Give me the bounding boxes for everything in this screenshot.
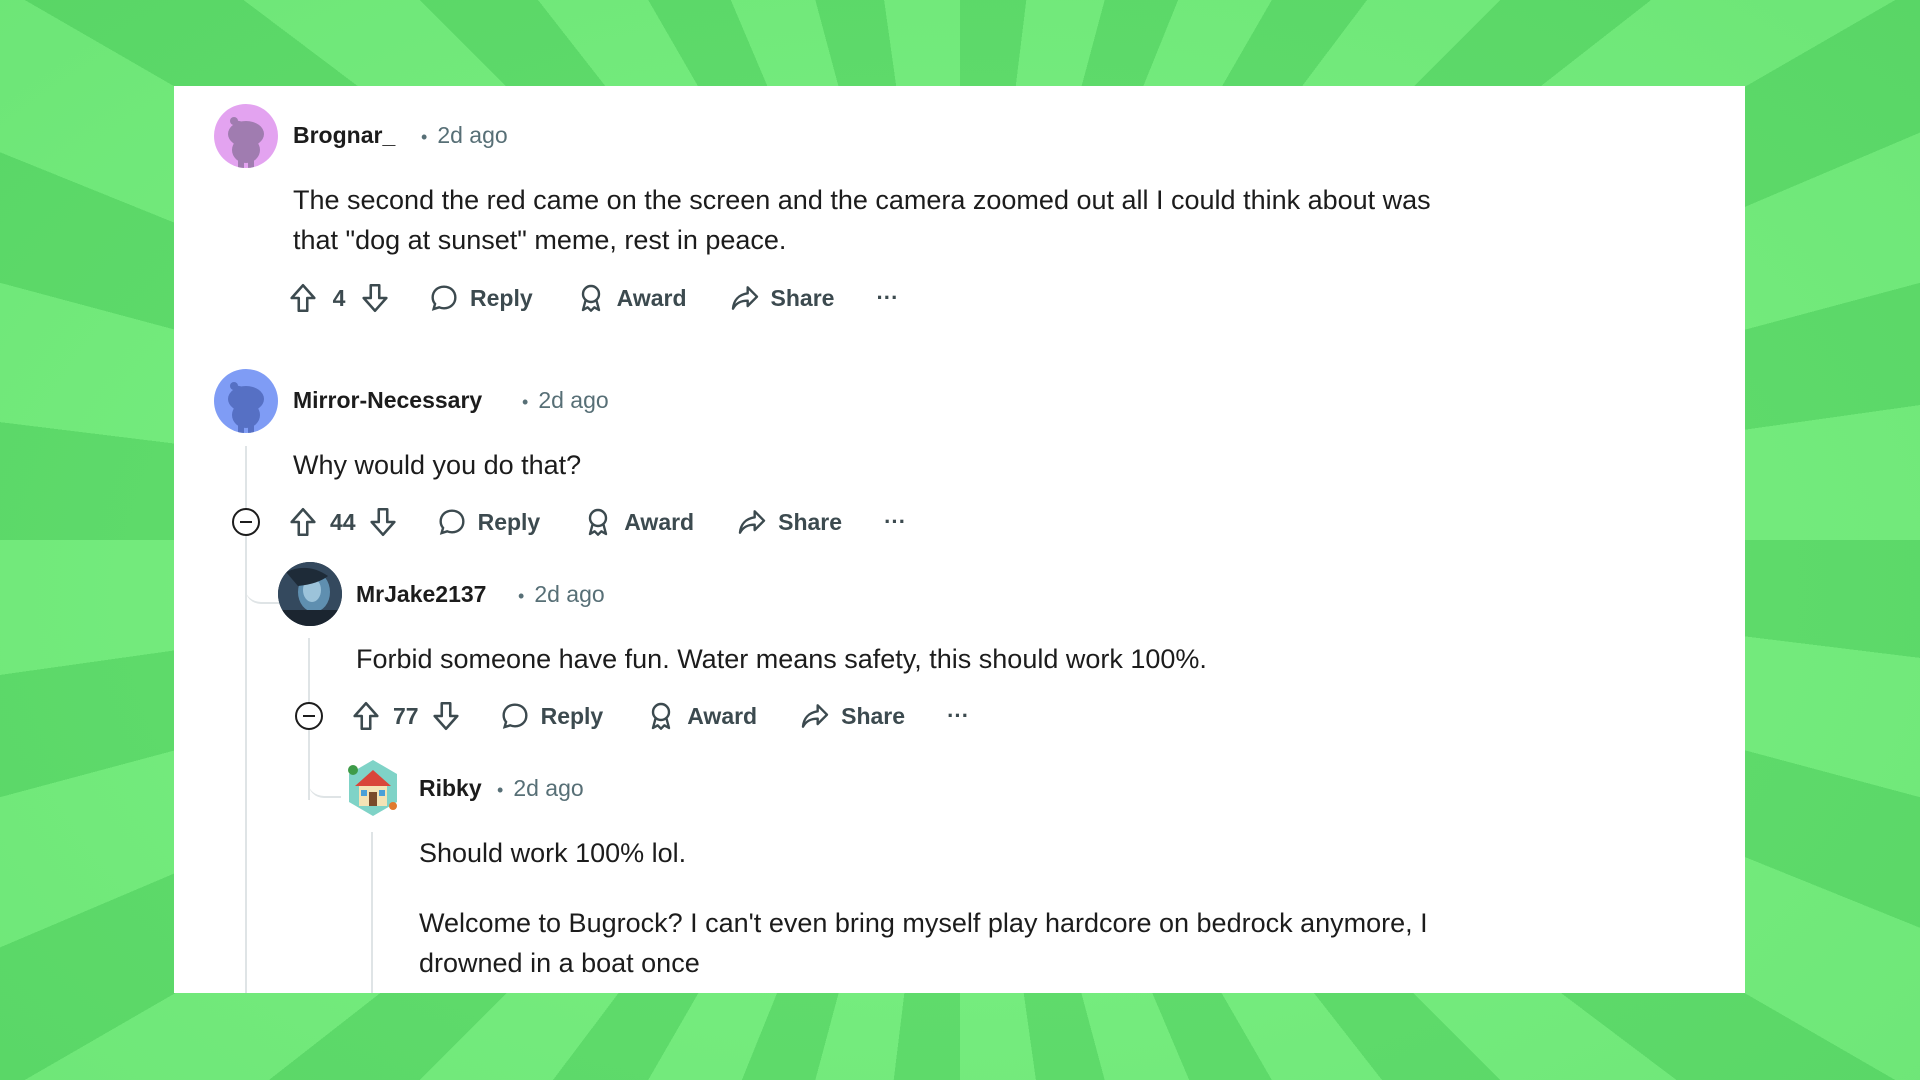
- share-icon: [801, 704, 829, 728]
- photo-avatar-icon: [278, 562, 342, 626]
- more-dots-icon: ···: [947, 703, 970, 728]
- comment-thread-panel: Brognar_ • 2d ago The second the red came…: [174, 86, 1745, 993]
- share-icon: [738, 510, 766, 534]
- reply-label: Reply: [470, 284, 533, 311]
- comment-text-line: drowned in a boat once: [419, 948, 700, 978]
- reply-button[interactable]: Reply: [426, 500, 551, 544]
- thread-elbow-ribky: [308, 720, 342, 798]
- award-button[interactable]: Award: [572, 500, 704, 544]
- downvote-icon[interactable]: [358, 281, 392, 315]
- username[interactable]: Ribky: [419, 775, 482, 802]
- reddit-snoo-avatar-icon: [228, 117, 264, 168]
- collapse-thread-button[interactable]: [232, 508, 260, 536]
- share-button[interactable]: Share: [719, 276, 845, 320]
- reply-label: Reply: [477, 508, 541, 535]
- share-button[interactable]: Share: [726, 500, 852, 544]
- vote-count: 77: [393, 702, 419, 729]
- award-button[interactable]: Award: [565, 276, 697, 320]
- upvote-icon[interactable]: [349, 699, 383, 733]
- timestamp-meta: • 2d ago: [508, 581, 605, 608]
- username[interactable]: Brognar_: [293, 122, 395, 149]
- comment-bubble-icon: [431, 285, 457, 311]
- upvote-icon[interactable]: [286, 505, 320, 539]
- award-button[interactable]: Award: [635, 694, 767, 738]
- share-label: Share: [770, 284, 835, 311]
- comment-bubble-icon: [439, 509, 465, 535]
- timestamp-meta: • 2d ago: [411, 122, 508, 149]
- award-icon: [581, 284, 600, 312]
- comment-body: The second the red came on the screen an…: [293, 180, 1593, 260]
- username[interactable]: MrJake2137: [356, 581, 486, 608]
- collapse-thread-button[interactable]: [295, 702, 323, 730]
- separator-dot: •: [497, 780, 504, 800]
- more-dots-icon: ···: [876, 285, 899, 310]
- more-dots-icon: ···: [884, 509, 907, 534]
- award-label: Award: [624, 508, 695, 535]
- avatar[interactable]: [341, 756, 405, 820]
- comment-text-line: Welcome to Bugrock? I can't even bring m…: [419, 908, 1428, 938]
- avatar[interactable]: [278, 562, 342, 626]
- award-icon: [652, 702, 671, 730]
- avatar[interactable]: [214, 104, 278, 168]
- separator-dot: •: [522, 392, 529, 412]
- award-icon: [589, 508, 608, 536]
- timestamp: 2d ago: [437, 122, 508, 148]
- share-button[interactable]: Share: [789, 694, 915, 738]
- timestamp-meta: • 2d ago: [487, 775, 584, 802]
- comment-text-line: that "dog at sunset" meme, rest in peace…: [293, 225, 787, 255]
- reply-label: Reply: [540, 702, 604, 729]
- timestamp-meta: • 2d ago: [512, 387, 609, 414]
- more-options-button[interactable]: ···: [874, 500, 916, 544]
- reply-button[interactable]: Reply: [489, 694, 614, 738]
- reply-button[interactable]: Reply: [418, 276, 543, 320]
- comment-bubble-icon: [502, 703, 528, 729]
- comment-text-line: The second the red came on the screen an…: [293, 185, 1431, 215]
- thread-line-ribky: [371, 832, 373, 993]
- reddit-snoo-avatar-icon: [228, 382, 264, 433]
- comment-actions: 77 Reply Award Share ···: [349, 692, 979, 740]
- downvote-icon[interactable]: [366, 505, 400, 539]
- vote-count: 44: [330, 508, 356, 535]
- avatar[interactable]: [214, 369, 278, 433]
- separator-dot: •: [421, 127, 428, 147]
- comment-body: Should work 100% lol. Welcome to Bugrock…: [419, 833, 1669, 983]
- award-label: Award: [687, 702, 758, 729]
- downvote-icon[interactable]: [429, 699, 463, 733]
- share-icon: [731, 286, 758, 310]
- comment-actions: 44 Reply Award Share ···: [286, 498, 916, 546]
- pixel-house-avatar-icon: [348, 760, 397, 816]
- username[interactable]: Mirror-Necessary: [293, 387, 482, 414]
- more-options-button[interactable]: ···: [866, 276, 908, 320]
- timestamp: 2d ago: [513, 775, 584, 801]
- comment-text-line: Why would you do that?: [293, 450, 582, 480]
- more-options-button[interactable]: ···: [937, 694, 979, 738]
- share-label: Share: [778, 508, 843, 535]
- comment-body: Forbid someone have fun. Water means saf…: [356, 639, 1656, 679]
- award-label: Award: [616, 284, 687, 311]
- comment-actions: 4 Reply Award Share ···: [286, 274, 908, 322]
- timestamp: 2d ago: [534, 581, 605, 607]
- vote-count: 4: [332, 284, 346, 311]
- comment-body: Why would you do that?: [293, 445, 1593, 485]
- upvote-icon[interactable]: [286, 281, 320, 315]
- comment-text-line: Should work 100% lol.: [419, 838, 687, 868]
- thread-elbow-mrjake: [245, 526, 279, 604]
- timestamp: 2d ago: [538, 387, 609, 413]
- comment-text-line: Forbid someone have fun. Water means saf…: [356, 644, 1207, 674]
- separator-dot: •: [518, 586, 525, 606]
- share-label: Share: [841, 702, 906, 729]
